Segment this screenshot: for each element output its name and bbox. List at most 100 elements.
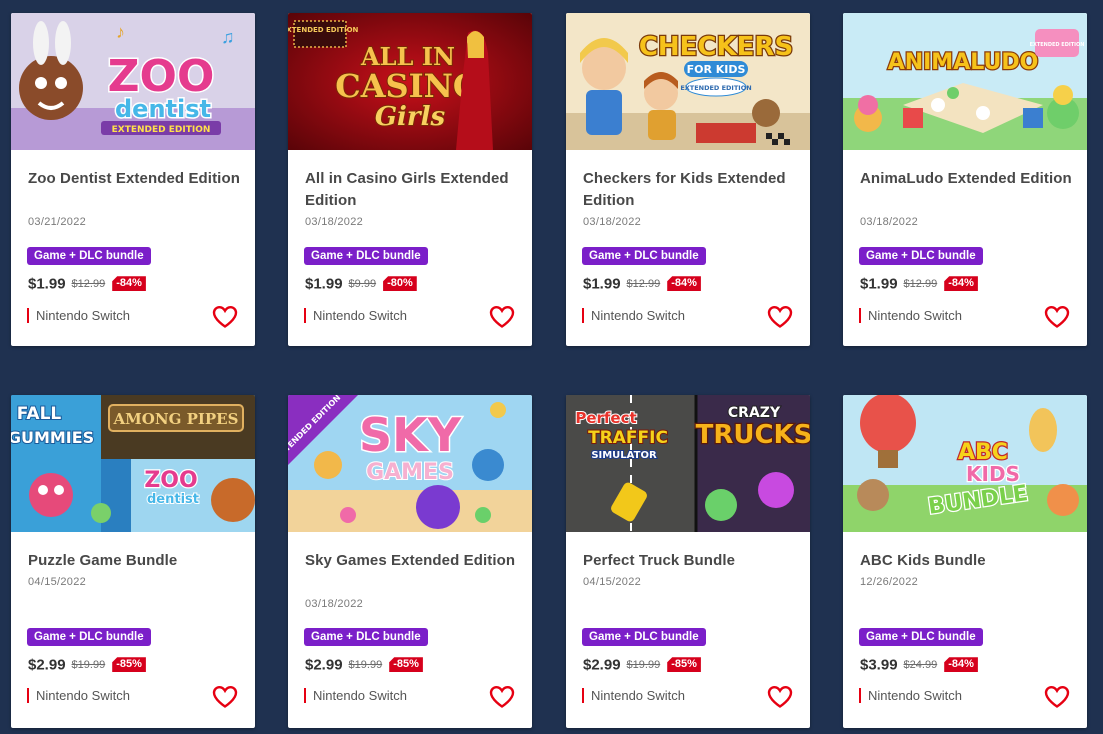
price-row: $2.99 $19.99 -85% (305, 656, 423, 676)
price-row: $1.99 $12.99 -84% (860, 275, 978, 295)
wishlist-heart-icon[interactable] (1044, 685, 1070, 709)
art-text: EXTENDED EDITION (288, 26, 359, 34)
release-date: 04/15/2022 (28, 576, 87, 588)
product-thumbnail[interactable]: ABC KIDS BUNDLE (843, 395, 1087, 532)
product-thumbnail[interactable]: FALL GUMMIES AMONG PIPES ZOO dentist (11, 395, 255, 532)
wishlist-heart-icon[interactable] (489, 685, 515, 709)
bundle-badge: Game + DLC bundle (304, 247, 428, 265)
product-title[interactable]: Perfect Truck Bundle (583, 550, 798, 572)
wishlist-heart-icon[interactable] (767, 685, 793, 709)
wishlist-heart-icon[interactable] (212, 305, 238, 329)
discount-badge: -85% (667, 657, 701, 673)
platform-label: Nintendo Switch (304, 308, 407, 323)
release-date: 12/26/2022 (860, 576, 919, 588)
art-text: dentist (147, 492, 199, 507)
release-date: 03/18/2022 (583, 216, 642, 228)
release-date: 03/21/2022 (28, 216, 87, 228)
product-thumbnail[interactable]: ANIMALUDO EXTENDED EDITION (843, 13, 1087, 150)
art-text: SKY (359, 408, 462, 462)
discount-badge: -85% (112, 657, 146, 673)
svg-text:♫: ♫ (221, 27, 235, 47)
product-title[interactable]: ABC Kids Bundle (860, 550, 1075, 572)
art-text: ANIMALUDO (888, 50, 1039, 75)
art-text: Perfect (575, 409, 636, 427)
release-date: 03/18/2022 (860, 216, 919, 228)
product-title[interactable]: AnimaLudo Extended Edition (860, 168, 1075, 190)
product-card[interactable]: CHECKERS FOR KIDS EXTENDED EDITION Check… (566, 13, 810, 346)
bundle-badge: Game + DLC bundle (27, 628, 151, 646)
platform-label: Nintendo Switch (27, 308, 130, 323)
original-price: $19.99 (71, 658, 106, 671)
price-row: $1.99 $12.99 -84% (28, 275, 146, 295)
product-title[interactable]: Puzzle Game Bundle (28, 550, 243, 572)
product-thumbnail[interactable]: Perfect TRAFFIC SIMULATOR CRAZY TRUCKS (566, 395, 810, 532)
art-text: Girls (375, 102, 446, 132)
product-thumbnail[interactable]: ZOO dentist EXTENDED EDITION ♪ ♫ (11, 13, 255, 150)
product-title[interactable]: Zoo Dentist Extended Edition (28, 168, 243, 190)
price-row: $1.99 $9.99 -80% (305, 275, 417, 295)
sale-price: $2.99 (28, 656, 66, 674)
discount-badge: -84% (667, 276, 701, 292)
product-card[interactable]: Perfect TRAFFIC SIMULATOR CRAZY TRUCKS P… (566, 395, 810, 728)
art-text: GUMMIES (11, 428, 94, 447)
product-card[interactable]: EXTENDED EDITION ALL IN CASINO Girls All… (288, 13, 532, 346)
product-thumbnail[interactable]: EXTENDED EDITION ALL IN CASINO Girls (288, 13, 532, 150)
art-text: FALL (17, 404, 62, 424)
original-price: $19.99 (348, 658, 383, 671)
bundle-badge: Game + DLC bundle (304, 628, 428, 646)
price-row: $2.99 $19.99 -85% (28, 656, 146, 676)
wishlist-heart-icon[interactable] (489, 305, 515, 329)
art-text: EXTENDED EDITION (1030, 42, 1085, 48)
art-text: FOR KIDS (687, 63, 746, 76)
original-price: $12.99 (903, 277, 938, 290)
sale-price: $1.99 (860, 275, 898, 293)
product-title[interactable]: All in Casino Girls Extended Edition (305, 168, 520, 212)
product-card[interactable]: ZOO dentist EXTENDED EDITION ♪ ♫ Zoo Den… (11, 13, 255, 346)
release-date: 03/18/2022 (305, 216, 364, 228)
art-text: CHECKERS (639, 32, 793, 62)
original-price: $19.99 (626, 658, 661, 671)
bundle-badge: Game + DLC bundle (859, 247, 983, 265)
platform-label: Nintendo Switch (582, 688, 685, 703)
sale-price: $1.99 (28, 275, 66, 293)
art-text: SIMULATOR (591, 450, 657, 461)
platform-label: Nintendo Switch (27, 688, 130, 703)
product-card[interactable]: ABC KIDS BUNDLE ABC Kids Bundle 12/26/20… (843, 395, 1087, 728)
platform-label: Nintendo Switch (859, 688, 962, 703)
discount-badge: -84% (944, 276, 978, 292)
wishlist-heart-icon[interactable] (767, 305, 793, 329)
bundle-badge: Game + DLC bundle (582, 247, 706, 265)
release-date: 03/18/2022 (305, 598, 364, 610)
sale-price: $1.99 (305, 275, 343, 293)
bundle-badge: Game + DLC bundle (582, 628, 706, 646)
product-card[interactable]: EXTENDED EDITION SKY GAMES Sky Games Ext… (288, 395, 532, 728)
product-thumbnail[interactable]: CHECKERS FOR KIDS EXTENDED EDITION (566, 13, 810, 150)
sale-price: $2.99 (583, 656, 621, 674)
svg-text:♪: ♪ (116, 22, 125, 42)
wishlist-heart-icon[interactable] (1044, 305, 1070, 329)
art-text: ZOO (144, 468, 197, 493)
original-price: $12.99 (626, 277, 661, 290)
product-card[interactable]: ANIMALUDO EXTENDED EDITION AnimaLudo Ext… (843, 13, 1087, 346)
price-row: $1.99 $12.99 -84% (583, 275, 701, 295)
product-title[interactable]: Sky Games Extended Edition (305, 550, 520, 572)
product-card[interactable]: FALL GUMMIES AMONG PIPES ZOO dentist Puz… (11, 395, 255, 728)
platform-label: Nintendo Switch (304, 688, 407, 703)
discount-badge: -84% (944, 657, 978, 673)
discount-badge: -80% (383, 276, 417, 292)
price-row: $2.99 $19.99 -85% (583, 656, 701, 676)
original-price: $12.99 (71, 277, 106, 290)
discount-badge: -85% (389, 657, 423, 673)
original-price: $9.99 (348, 277, 377, 290)
original-price: $24.99 (903, 658, 938, 671)
platform-label: Nintendo Switch (859, 308, 962, 323)
bundle-badge: Game + DLC bundle (27, 247, 151, 265)
product-title[interactable]: Checkers for Kids Extended Edition (583, 168, 798, 212)
product-thumbnail[interactable]: EXTENDED EDITION SKY GAMES (288, 395, 532, 532)
bundle-badge: Game + DLC bundle (859, 628, 983, 646)
art-text: CASINO (335, 67, 481, 105)
discount-badge: -84% (112, 276, 146, 292)
art-text: GAMES (366, 460, 454, 485)
sale-price: $1.99 (583, 275, 621, 293)
wishlist-heart-icon[interactable] (212, 685, 238, 709)
